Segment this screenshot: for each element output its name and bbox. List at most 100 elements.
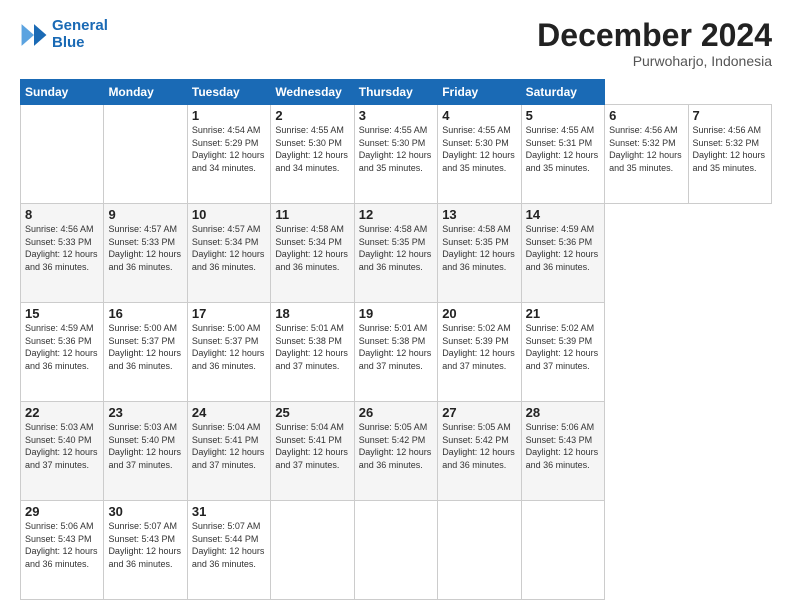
day-number: 31 [192, 504, 266, 519]
day-detail: Sunrise: 4:55 AMSunset: 5:30 PMDaylight:… [359, 124, 433, 174]
day-number: 24 [192, 405, 266, 420]
day-number: 13 [442, 207, 516, 222]
calendar-cell [354, 501, 437, 600]
calendar-header-saturday: Saturday [521, 80, 604, 105]
logo-line2: Blue [52, 35, 108, 52]
day-detail: Sunrise: 5:07 AMSunset: 5:43 PMDaylight:… [108, 520, 182, 570]
day-detail: Sunrise: 4:57 AMSunset: 5:34 PMDaylight:… [192, 223, 266, 273]
day-number: 12 [359, 207, 433, 222]
day-number: 26 [359, 405, 433, 420]
day-detail: Sunrise: 5:07 AMSunset: 5:44 PMDaylight:… [192, 520, 266, 570]
day-detail: Sunrise: 5:02 AMSunset: 5:39 PMDaylight:… [442, 322, 516, 372]
day-detail: Sunrise: 5:01 AMSunset: 5:38 PMDaylight:… [359, 322, 433, 372]
title-block: December 2024 Purwoharjo, Indonesia [537, 18, 772, 69]
calendar-cell: 8Sunrise: 4:56 AMSunset: 5:33 PMDaylight… [21, 204, 104, 303]
calendar-cell: 26Sunrise: 5:05 AMSunset: 5:42 PMDayligh… [354, 402, 437, 501]
day-number: 19 [359, 306, 433, 321]
logo-text: General Blue [52, 18, 108, 51]
calendar-week-1: 1Sunrise: 4:54 AMSunset: 5:29 PMDaylight… [21, 105, 772, 204]
day-number: 29 [25, 504, 99, 519]
calendar-header-thursday: Thursday [354, 80, 437, 105]
calendar-cell: 29Sunrise: 5:06 AMSunset: 5:43 PMDayligh… [21, 501, 104, 600]
calendar-cell-5: 5Sunrise: 4:55 AMSunset: 5:31 PMDaylight… [521, 105, 604, 204]
calendar-header-wednesday: Wednesday [271, 80, 354, 105]
day-number: 15 [25, 306, 99, 321]
calendar-cell: 15Sunrise: 4:59 AMSunset: 5:36 PMDayligh… [21, 303, 104, 402]
calendar-header-row: SundayMondayTuesdayWednesdayThursdayFrid… [21, 80, 772, 105]
calendar-week-5: 29Sunrise: 5:06 AMSunset: 5:43 PMDayligh… [21, 501, 772, 600]
day-number: 17 [192, 306, 266, 321]
calendar-cell: 31Sunrise: 5:07 AMSunset: 5:44 PMDayligh… [187, 501, 270, 600]
empty-cell [21, 105, 104, 204]
day-detail: Sunrise: 4:55 AMSunset: 5:30 PMDaylight:… [442, 124, 516, 174]
calendar-cell-1: 1Sunrise: 4:54 AMSunset: 5:29 PMDaylight… [187, 105, 270, 204]
day-number: 8 [25, 207, 99, 222]
calendar-cell: 16Sunrise: 5:00 AMSunset: 5:37 PMDayligh… [104, 303, 187, 402]
calendar-cell: 18Sunrise: 5:01 AMSunset: 5:38 PMDayligh… [271, 303, 354, 402]
day-detail: Sunrise: 5:03 AMSunset: 5:40 PMDaylight:… [25, 421, 99, 471]
day-number: 2 [275, 108, 349, 123]
calendar-cell: 24Sunrise: 5:04 AMSunset: 5:41 PMDayligh… [187, 402, 270, 501]
calendar-cell-3: 3Sunrise: 4:55 AMSunset: 5:30 PMDaylight… [354, 105, 437, 204]
day-number: 22 [25, 405, 99, 420]
day-detail: Sunrise: 4:55 AMSunset: 5:30 PMDaylight:… [275, 124, 349, 174]
day-detail: Sunrise: 5:05 AMSunset: 5:42 PMDaylight:… [442, 421, 516, 471]
day-detail: Sunrise: 4:58 AMSunset: 5:34 PMDaylight:… [275, 223, 349, 273]
header: General Blue December 2024 Purwoharjo, I… [20, 18, 772, 69]
day-detail: Sunrise: 5:03 AMSunset: 5:40 PMDaylight:… [108, 421, 182, 471]
calendar-cell: 30Sunrise: 5:07 AMSunset: 5:43 PMDayligh… [104, 501, 187, 600]
calendar-cell [271, 501, 354, 600]
calendar-header-monday: Monday [104, 80, 187, 105]
calendar-cell-7: 7Sunrise: 4:56 AMSunset: 5:32 PMDaylight… [688, 105, 772, 204]
day-detail: Sunrise: 4:59 AMSunset: 5:36 PMDaylight:… [25, 322, 99, 372]
day-detail: Sunrise: 5:01 AMSunset: 5:38 PMDaylight:… [275, 322, 349, 372]
day-number: 25 [275, 405, 349, 420]
day-number: 7 [693, 108, 768, 123]
calendar-header-sunday: Sunday [21, 80, 104, 105]
calendar-cell: 19Sunrise: 5:01 AMSunset: 5:38 PMDayligh… [354, 303, 437, 402]
calendar-cell: 22Sunrise: 5:03 AMSunset: 5:40 PMDayligh… [21, 402, 104, 501]
day-number: 6 [609, 108, 683, 123]
day-number: 18 [275, 306, 349, 321]
logo: General Blue [20, 18, 108, 51]
day-detail: Sunrise: 4:54 AMSunset: 5:29 PMDaylight:… [192, 124, 266, 174]
month-title: December 2024 [537, 18, 772, 53]
day-detail: Sunrise: 4:56 AMSunset: 5:33 PMDaylight:… [25, 223, 99, 273]
day-number: 30 [108, 504, 182, 519]
day-detail: Sunrise: 5:00 AMSunset: 5:37 PMDaylight:… [108, 322, 182, 372]
calendar-week-3: 15Sunrise: 4:59 AMSunset: 5:36 PMDayligh… [21, 303, 772, 402]
day-detail: Sunrise: 4:59 AMSunset: 5:36 PMDaylight:… [526, 223, 600, 273]
day-detail: Sunrise: 5:05 AMSunset: 5:42 PMDaylight:… [359, 421, 433, 471]
calendar-cell: 25Sunrise: 5:04 AMSunset: 5:41 PMDayligh… [271, 402, 354, 501]
day-number: 28 [526, 405, 600, 420]
day-number: 9 [108, 207, 182, 222]
calendar-cell [438, 501, 521, 600]
day-detail: Sunrise: 5:06 AMSunset: 5:43 PMDaylight:… [25, 520, 99, 570]
calendar-cell: 9Sunrise: 4:57 AMSunset: 5:33 PMDaylight… [104, 204, 187, 303]
calendar-cell: 28Sunrise: 5:06 AMSunset: 5:43 PMDayligh… [521, 402, 604, 501]
calendar-cell: 11Sunrise: 4:58 AMSunset: 5:34 PMDayligh… [271, 204, 354, 303]
calendar-cell: 12Sunrise: 4:58 AMSunset: 5:35 PMDayligh… [354, 204, 437, 303]
calendar-cell-4: 4Sunrise: 4:55 AMSunset: 5:30 PMDaylight… [438, 105, 521, 204]
day-detail: Sunrise: 4:56 AMSunset: 5:32 PMDaylight:… [693, 124, 768, 174]
calendar-header-tuesday: Tuesday [187, 80, 270, 105]
day-detail: Sunrise: 5:00 AMSunset: 5:37 PMDaylight:… [192, 322, 266, 372]
calendar-cell-6: 6Sunrise: 4:56 AMSunset: 5:32 PMDaylight… [605, 105, 688, 204]
day-number: 23 [108, 405, 182, 420]
day-detail: Sunrise: 4:58 AMSunset: 5:35 PMDaylight:… [442, 223, 516, 273]
day-number: 10 [192, 207, 266, 222]
day-number: 5 [526, 108, 600, 123]
calendar-cell-2: 2Sunrise: 4:55 AMSunset: 5:30 PMDaylight… [271, 105, 354, 204]
day-number: 3 [359, 108, 433, 123]
day-detail: Sunrise: 4:55 AMSunset: 5:31 PMDaylight:… [526, 124, 600, 174]
day-number: 4 [442, 108, 516, 123]
calendar-cell: 21Sunrise: 5:02 AMSunset: 5:39 PMDayligh… [521, 303, 604, 402]
calendar-cell: 14Sunrise: 4:59 AMSunset: 5:36 PMDayligh… [521, 204, 604, 303]
calendar-week-2: 8Sunrise: 4:56 AMSunset: 5:33 PMDaylight… [21, 204, 772, 303]
calendar-cell: 10Sunrise: 4:57 AMSunset: 5:34 PMDayligh… [187, 204, 270, 303]
day-number: 11 [275, 207, 349, 222]
day-number: 14 [526, 207, 600, 222]
calendar-table: SundayMondayTuesdayWednesdayThursdayFrid… [20, 79, 772, 600]
day-number: 21 [526, 306, 600, 321]
calendar-week-4: 22Sunrise: 5:03 AMSunset: 5:40 PMDayligh… [21, 402, 772, 501]
